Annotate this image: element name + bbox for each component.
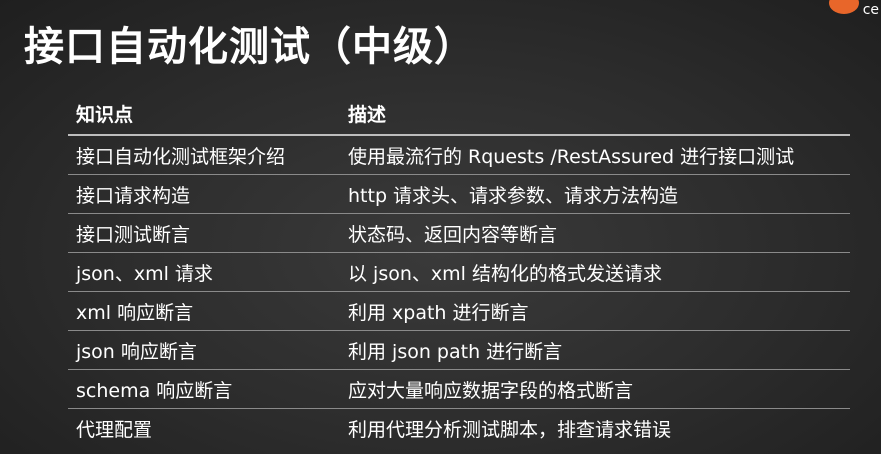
table-cell-description: 利用 json path 进行断言	[348, 340, 563, 363]
slide-title: 接口自动化测试（中级）	[24, 24, 475, 70]
table-row: 接口测试断言 状态码、返回内容等断言	[68, 214, 850, 253]
table-cell-description: 状态码、返回内容等断言	[348, 223, 558, 246]
table-cell-description: 利用 xpath 进行断言	[348, 301, 529, 324]
table-cell-description: 以 json、xml 结构化的格式发送请求	[348, 262, 662, 285]
table-cell-topic: xml 响应断言	[76, 301, 194, 324]
table-row: 接口请求构造 http 请求头、请求参数、请求方法构造	[68, 175, 850, 214]
table-row: xml 响应断言 利用 xpath 进行断言	[68, 292, 850, 331]
header-knowledge-point: 知识点	[76, 103, 134, 126]
logo-text: ce	[862, 2, 879, 18]
header-description: 描述	[348, 103, 387, 126]
table-row: json、xml 请求 以 json、xml 结构化的格式发送请求	[68, 253, 850, 292]
table-cell-description: 利用代理分析测试脚本，排查请求错误	[348, 418, 672, 441]
knowledge-table: 知识点 描述 接口自动化测试框架介绍 使用最流行的 Rquests /RestA…	[68, 92, 850, 447]
table-row: json 响应断言 利用 json path 进行断言	[68, 331, 850, 370]
table-header-row: 知识点 描述	[68, 92, 850, 136]
table-cell-topic: json、xml 请求	[76, 262, 213, 285]
brand-logo: ce	[811, 0, 881, 22]
table-cell-topic: json 响应断言	[76, 340, 197, 363]
table-row: schema 响应断言 应对大量响应数据字段的格式断言	[68, 370, 850, 409]
table-row: 代理配置 利用代理分析测试脚本，排查请求错误	[68, 409, 850, 447]
table-cell-description: 应对大量响应数据字段的格式断言	[348, 379, 634, 402]
table-cell-topic: schema 响应断言	[76, 379, 233, 402]
table-row: 接口自动化测试框架介绍 使用最流行的 Rquests /RestAssured …	[68, 136, 850, 175]
table-cell-topic: 接口自动化测试框架介绍	[76, 145, 286, 168]
table-cell-topic: 接口测试断言	[76, 223, 191, 246]
table-cell-description: 使用最流行的 Rquests /RestAssured 进行接口测试	[348, 145, 795, 168]
table-cell-topic: 接口请求构造	[76, 184, 191, 207]
table-cell-description: http 请求头、请求参数、请求方法构造	[348, 184, 679, 207]
logo-mark-icon	[829, 0, 859, 14]
table-cell-topic: 代理配置	[76, 418, 153, 441]
